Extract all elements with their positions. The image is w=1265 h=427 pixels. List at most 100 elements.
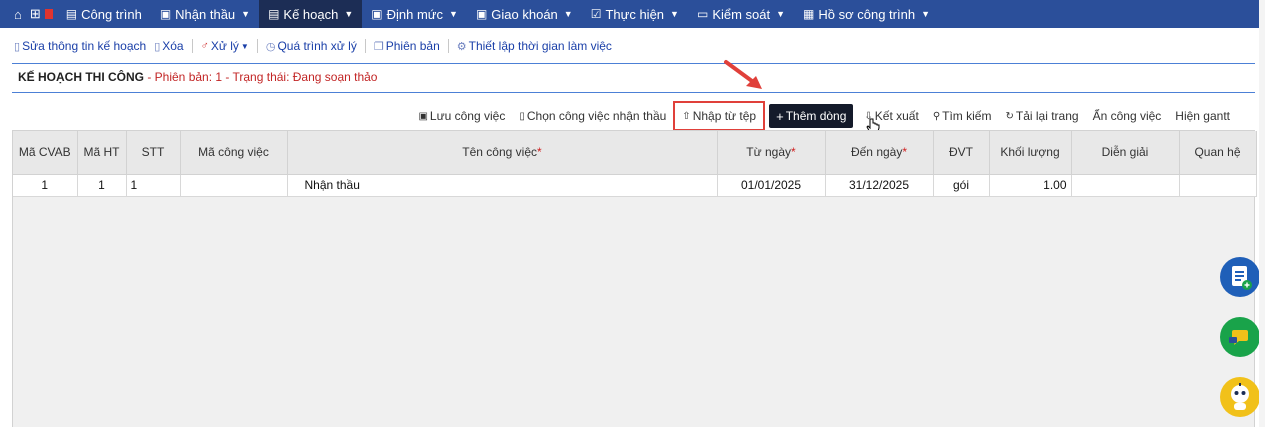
- plan-toolbar: ▯ Sửa thông tin kế hoạch ▯ Xóa ♂ Xử lý ▼…: [14, 36, 612, 56]
- nav-item-thuc-hien[interactable]: ☑ Thực hiện ▼: [582, 0, 688, 28]
- nav-item-giao-khoan[interactable]: ▣ Giao khoán ▼: [467, 0, 582, 28]
- process-label: Xử lý: [210, 39, 239, 53]
- hide-tasks-label: Ẩn công việc: [1092, 109, 1162, 123]
- choose-contract-tasks-button[interactable]: ▯ Chọn công việc nhận thầu: [512, 104, 673, 128]
- cell-dien-giai[interactable]: [1071, 174, 1180, 197]
- required-marker: *: [791, 145, 796, 160]
- floating-chat-button[interactable]: [1220, 317, 1260, 357]
- chevron-down-icon: ▼: [670, 9, 679, 19]
- grid-actions-bar: ▣ Lưu công việc ▯ Chọn công việc nhận th…: [411, 101, 1237, 131]
- grid-menu-icon[interactable]: ⊞: [26, 0, 45, 28]
- column-header[interactable]: STT: [126, 131, 181, 175]
- cell-tu-ngay[interactable]: 01/01/2025: [717, 174, 826, 197]
- add-row-button[interactable]: + Thêm dòng: [769, 104, 854, 128]
- work-time-settings-label: Thiết lập thời gian làm việc: [468, 39, 612, 53]
- upload-icon: ⇧: [682, 110, 691, 122]
- cell-ma-ht[interactable]: 1: [77, 174, 127, 197]
- nav-item-label: Công trình: [81, 6, 142, 22]
- toolbar-divider: [364, 39, 366, 53]
- flag-icon: [44, 9, 53, 19]
- save-icon: ▣: [418, 110, 428, 122]
- plus-icon: +: [776, 108, 784, 124]
- monitor-icon: ▭: [696, 7, 709, 21]
- delete-button[interactable]: ▯ Xóa: [154, 39, 183, 53]
- reload-page-label: Tải lại trang: [1015, 109, 1079, 123]
- nav-item-ho-so-cong-trinh[interactable]: ▦ Hồ sơ công trình ▼: [794, 0, 939, 28]
- toolbar-divider: [447, 39, 449, 53]
- edit-plan-button[interactable]: ▯ Sửa thông tin kế hoạch: [14, 39, 146, 53]
- process-history-button[interactable]: ◷ Quá trình xử lý: [266, 39, 357, 53]
- clock-icon: ◷: [265, 40, 276, 53]
- column-header[interactable]: Tên công việc*: [287, 131, 718, 175]
- column-header[interactable]: Quan hệ: [1179, 131, 1257, 175]
- column-header[interactable]: Mã CVAB: [13, 131, 78, 175]
- doc-icon: ▣: [159, 7, 172, 21]
- choose-contract-tasks-label: Chọn công việc nhận thầu: [526, 109, 667, 123]
- reload-page-button[interactable]: ↻ Tải lại trang: [998, 104, 1085, 128]
- column-header[interactable]: Diễn giải: [1071, 131, 1180, 175]
- show-gantt-label: Hiện gantt: [1175, 109, 1230, 123]
- page-title-main: KẾ HOẠCH THI CÔNG: [18, 70, 144, 84]
- column-header[interactable]: Mã công việc: [180, 131, 288, 175]
- cell-ten-cong-viec[interactable]: Nhận thầu: [287, 174, 718, 197]
- chevron-down-icon: ▼: [921, 9, 930, 19]
- nav-item-label: Kiểm soát: [712, 6, 771, 22]
- toolbar-divider: [191, 39, 193, 53]
- table-header-row: Mã CVAB Mã HT STT Mã công việc Tên công …: [13, 131, 1257, 175]
- chevron-down-icon: ▼: [449, 9, 458, 19]
- page-scrollbar[interactable]: [1259, 0, 1265, 427]
- column-header[interactable]: Khối lượng: [989, 131, 1072, 175]
- floating-notes-button[interactable]: [1220, 257, 1260, 297]
- column-header-label: Đến ngày: [850, 145, 903, 160]
- task-grid: Mã CVAB Mã HT STT Mã công việc Tên công …: [12, 130, 1257, 427]
- work-time-settings-button[interactable]: ⚙ Thiết lập thời gian làm việc: [457, 39, 612, 53]
- column-header[interactable]: Từ ngày*: [717, 131, 826, 175]
- import-from-file-label: Nhập từ tệp: [692, 109, 757, 123]
- column-header[interactable]: Mã HT: [77, 131, 127, 175]
- cell-ma-cvab[interactable]: 1: [13, 174, 78, 197]
- cell-khoi-luong[interactable]: 1.00: [989, 174, 1072, 197]
- nav-item-nhan-thau[interactable]: ▣ Nhận thầu ▼: [151, 0, 259, 28]
- divider-line: [12, 63, 1255, 64]
- nav-item-label: Định mức: [386, 6, 444, 22]
- cell-dvt[interactable]: gói: [933, 174, 990, 197]
- table-row[interactable]: 1 1 1 Nhận thầu 01/01/2025 31/12/2025 gó…: [13, 174, 1257, 197]
- nav-item-dinh-muc[interactable]: ▣ Định mức ▼: [362, 0, 467, 28]
- task-table: Mã CVAB Mã HT STT Mã công việc Tên công …: [13, 131, 1257, 197]
- robot-assistant-icon: [1231, 383, 1249, 410]
- table-icon: ▤: [268, 7, 280, 21]
- process-dropdown-button[interactable]: ♂ Xử lý ▼: [201, 39, 249, 53]
- cell-den-ngay[interactable]: 31/12/2025: [825, 174, 934, 197]
- cell-stt[interactable]: 1: [126, 174, 181, 197]
- save-tasks-label: Lưu công việc: [429, 109, 506, 123]
- process-icon: ♂: [200, 40, 209, 52]
- save-tasks-button[interactable]: ▣ Lưu công việc: [411, 104, 512, 128]
- nav-item-ke-hoach[interactable]: ▤ Kế hoạch ▼: [259, 0, 363, 28]
- show-gantt-button[interactable]: Hiện gantt: [1168, 104, 1237, 128]
- import-from-file-button[interactable]: ⇧ Nhập từ tệp: [673, 101, 766, 131]
- column-header[interactable]: Đến ngày*: [825, 131, 934, 175]
- refresh-icon: ↻: [1005, 110, 1014, 122]
- chevron-down-icon: ▼: [563, 9, 573, 19]
- nav-item-label: Hồ sơ công trình: [818, 6, 916, 22]
- nav-item-cong-trinh[interactable]: ▤ Công trình: [57, 0, 151, 28]
- top-navigation-bar: ⌂ ⊞ ▤ Công trình ▣ Nhận thầu ▼ ▤ Kế hoạc…: [0, 0, 1265, 28]
- column-header-label: Từ ngày: [746, 145, 792, 160]
- version-label: Phiên bản: [385, 39, 440, 53]
- floating-assistant-button[interactable]: [1220, 377, 1260, 417]
- chevron-down-icon: ▼: [344, 9, 354, 19]
- cell-quan-he[interactable]: [1179, 174, 1257, 197]
- hide-tasks-button[interactable]: Ẩn công việc: [1086, 104, 1169, 128]
- process-history-label: Quá trình xử lý: [277, 39, 357, 53]
- column-header[interactable]: ĐVT: [933, 131, 990, 175]
- required-marker: *: [537, 145, 542, 160]
- cell-ma-cong-viec[interactable]: [180, 174, 288, 197]
- delete-icon: ▯: [154, 40, 161, 53]
- chevron-down-icon: ▼: [241, 9, 251, 19]
- search-button[interactable]: ⚲ Tìm kiếm: [926, 104, 999, 128]
- home-icon[interactable]: ⌂: [6, 0, 26, 28]
- column-header-label: Tên công việc: [462, 145, 538, 160]
- copy-icon: ❐: [373, 40, 384, 53]
- version-button[interactable]: ❐ Phiên bản: [374, 39, 440, 53]
- nav-item-kiem-soat[interactable]: ▭ Kiểm soát ▼: [688, 0, 794, 28]
